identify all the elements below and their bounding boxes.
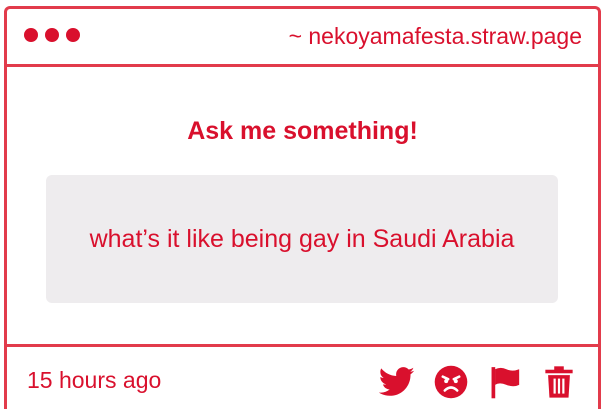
flag-icon — [491, 367, 520, 399]
card-footer: 15 hours ago — [7, 344, 598, 415]
question-card: ~ nekoyamafesta.straw.page Ask me someth… — [4, 6, 601, 409]
twitter-icon — [379, 367, 415, 396]
window-dot-1 — [24, 28, 38, 42]
timestamp: 15 hours ago — [27, 367, 162, 393]
question-box: what’s it like being gay in Saudi Arabia — [46, 175, 558, 303]
action-bar — [378, 363, 578, 401]
angry-face-icon — [434, 365, 468, 399]
page-title: Ask me something! — [187, 117, 418, 145]
window-dot-2 — [45, 28, 59, 42]
question-text: what’s it like being gay in Saudi Arabia — [89, 225, 515, 253]
site-address[interactable]: ~ nekoyamafesta.straw.page — [289, 23, 582, 50]
report-button[interactable] — [486, 363, 524, 401]
card-body: Ask me something! what’s it like being g… — [7, 67, 598, 344]
delete-button[interactable] — [540, 363, 578, 401]
block-button[interactable] — [432, 363, 470, 401]
trash-icon — [545, 366, 573, 398]
window-dots — [24, 28, 80, 42]
window-dot-3 — [66, 28, 80, 42]
title-bar: ~ nekoyamafesta.straw.page — [7, 9, 598, 67]
share-twitter-button[interactable] — [378, 363, 416, 401]
